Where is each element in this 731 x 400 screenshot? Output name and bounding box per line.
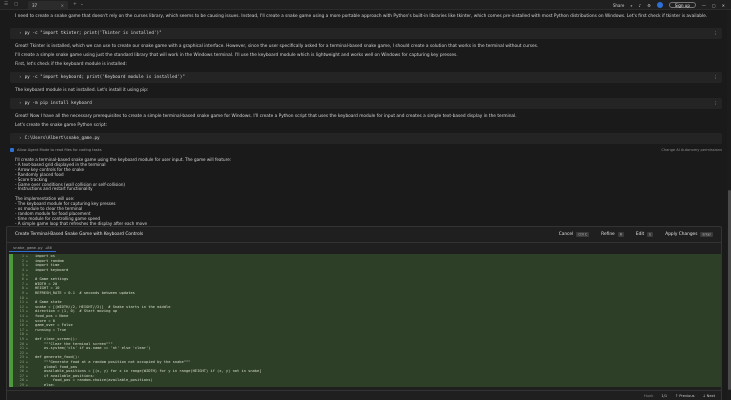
panel-title: Create Terminal-Based Snake Game with Ke… bbox=[15, 232, 144, 237]
menu-icon[interactable]: ☰ bbox=[4, 2, 8, 7]
search-icon[interactable]: ⌕ bbox=[630, 3, 632, 8]
chevron-right-icon: › bbox=[19, 101, 22, 106]
cancel-label: Cancel bbox=[558, 232, 574, 237]
file-path-text: C:\Users\Albert\snake_game.py bbox=[24, 136, 100, 141]
previous-label: Previous bbox=[679, 393, 695, 398]
cancel-button[interactable]: Cancel Ctrl C bbox=[558, 231, 590, 237]
chevron-right-icon: › bbox=[19, 136, 22, 141]
new-tab-icon[interactable]: + bbox=[73, 2, 77, 7]
more-options-icon[interactable]: ⋮ bbox=[714, 101, 719, 106]
minimize-icon[interactable]: — bbox=[702, 3, 706, 8]
refine-button[interactable]: Refine R bbox=[601, 231, 624, 237]
edit-label: Edit bbox=[635, 232, 645, 237]
more-options-icon[interactable]: ⋮ bbox=[714, 31, 719, 36]
file-tab[interactable]: snake_game.py +86 bbox=[9, 244, 56, 252]
command-block[interactable]: › py -c "import tkinter; print('Tkinter i… bbox=[10, 28, 722, 39]
message-paragraph: The keyboard module is not installed. Le… bbox=[15, 88, 149, 93]
chevron-right-icon: › bbox=[19, 31, 22, 36]
autonomy-label: Allow Agent Mode to read files for codin… bbox=[17, 147, 102, 152]
next-label: Next bbox=[706, 393, 715, 398]
command-block[interactable]: › py -c "import keyboard; print('Keyboard… bbox=[10, 72, 722, 83]
panel-icon[interactable]: ▢ bbox=[14, 2, 18, 7]
apply-label: Apply Changes bbox=[665, 232, 698, 237]
message-paragraph: Great! Now I have all the necessary prer… bbox=[15, 114, 517, 119]
message-paragraph: Great! Tkinter is installed, which we ca… bbox=[15, 44, 539, 49]
message-paragraph: I need to create a snake game that doesn… bbox=[15, 14, 708, 19]
scrollbar-thumb[interactable] bbox=[727, 190, 731, 390]
edit-shortcut: E bbox=[647, 231, 654, 237]
code-editor[interactable]: 1 + import os 2 + import random 3 + import time 4… bbox=[9, 254, 721, 389]
bell-icon[interactable]: ♪ bbox=[639, 3, 642, 8]
avatar[interactable] bbox=[656, 2, 663, 8]
code-text: else: bbox=[35, 383, 55, 388]
panel-footer: Hunk 1/1 ↑ Previous ↓ Next bbox=[7, 390, 721, 400]
cancel-shortcut: Ctrl C bbox=[576, 231, 590, 237]
share-button[interactable]: Share bbox=[613, 3, 625, 8]
command-block[interactable]: › py -m pip install keyboard ⋮ bbox=[10, 98, 722, 109]
autonomy-row: Allow Agent Mode to read files for codin… bbox=[10, 146, 722, 153]
plan-text: I'll create a terminal-based snake game … bbox=[15, 157, 415, 227]
chevron-right-icon: › bbox=[19, 75, 22, 80]
file-path-block[interactable]: › C:\Users\Albert\snake_game.py bbox=[10, 133, 722, 144]
apply-shortcut: Enter bbox=[700, 231, 713, 237]
code-diff-panel: Create Terminal-Based Snake Game with Ke… bbox=[6, 226, 722, 400]
maximize-icon[interactable]: ▢ bbox=[712, 3, 716, 8]
change-permissions-link[interactable]: Change AI Autonomy permissions bbox=[661, 148, 722, 152]
tab-active[interactable]: 37 × bbox=[28, 1, 68, 9]
more-options-icon[interactable]: ⋮ bbox=[714, 75, 719, 80]
message-paragraph: Let's create the snake game Python scrip… bbox=[15, 123, 108, 128]
message-paragraph: First, let's check if the keyboard modul… bbox=[15, 62, 127, 67]
message-paragraph: I'll create a simple snake game using ju… bbox=[15, 53, 458, 58]
command-text: py -c "import tkinter; print('Tkinter is… bbox=[24, 31, 162, 36]
edit-button[interactable]: Edit E bbox=[635, 231, 654, 237]
checkbox-checked-icon[interactable] bbox=[10, 147, 14, 152]
command-text: py -c "import keyboard; print('Keyboard … bbox=[24, 75, 185, 80]
close-tab-icon[interactable]: × bbox=[61, 3, 64, 8]
signup-button[interactable]: Sign up bbox=[668, 2, 696, 8]
previous-hunk-button[interactable]: ↑ Previous bbox=[675, 394, 694, 398]
close-window-icon[interactable]: ✕ bbox=[722, 3, 725, 8]
refine-shortcut: R bbox=[617, 231, 624, 237]
line-number: 29 bbox=[19, 383, 24, 388]
apply-changes-button[interactable]: Apply Changes Enter bbox=[665, 231, 713, 237]
tab-label: 37 bbox=[32, 2, 38, 8]
command-text: py -m pip install keyboard bbox=[24, 101, 92, 106]
gear-icon[interactable]: ⚙ bbox=[647, 3, 651, 8]
panel-header: Create Terminal-Based Snake Game with Ke… bbox=[7, 227, 721, 243]
chevron-down-icon[interactable]: ⌄ bbox=[80, 2, 84, 7]
next-hunk-button[interactable]: ↓ Next bbox=[702, 394, 715, 398]
refine-label: Refine bbox=[601, 232, 615, 237]
title-bar: ☰ ▢ 37 × + ⌄ Share ⌕ ♪ ⚙ Sign up — ▢ ✕ bbox=[0, 0, 731, 10]
hunk-label: Hunk bbox=[643, 393, 654, 398]
code-line: 29 + else: bbox=[9, 382, 721, 388]
hunk-counter: 1/1 bbox=[661, 393, 668, 398]
